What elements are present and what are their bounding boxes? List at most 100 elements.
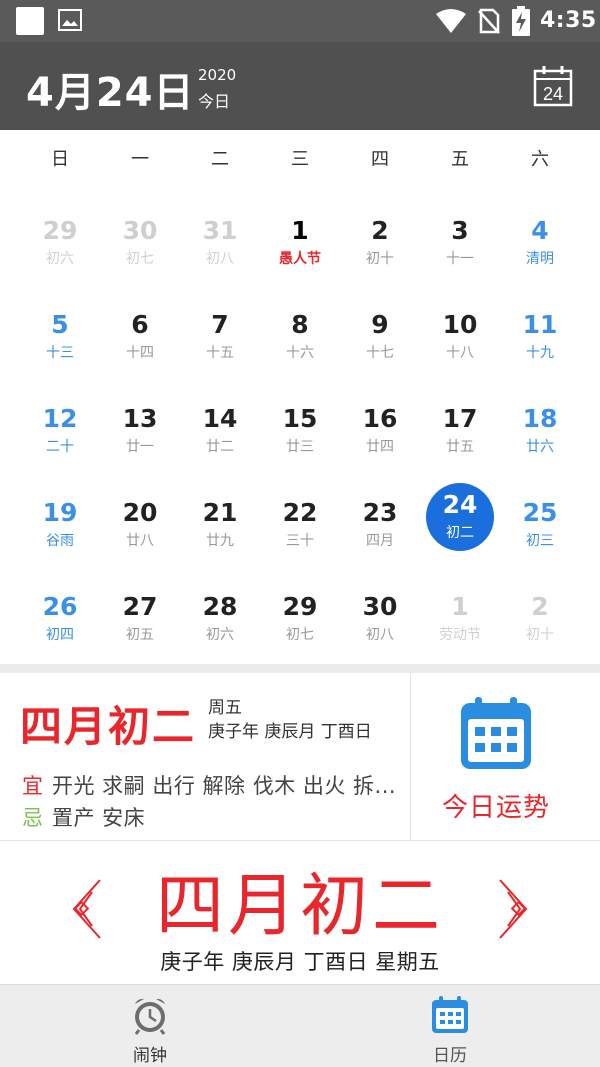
go-to-today-button[interactable]: 24 xyxy=(532,64,574,108)
calendar-day[interactable]: 11 十九 xyxy=(500,289,580,383)
nav-calendar-tab[interactable]: 日历 xyxy=(300,985,600,1067)
calendar-day[interactable]: 5 十三 xyxy=(20,289,100,383)
calendar-day[interactable]: 20 廿八 xyxy=(100,477,180,571)
day-number: 9 xyxy=(371,310,389,339)
lunar-day-label: 初十 xyxy=(366,251,394,267)
calendar-day[interactable]: 4 清明 xyxy=(500,195,580,289)
image-notification-icon xyxy=(58,9,82,31)
calendar-day[interactable]: 15 廿三 xyxy=(260,383,340,477)
calendar-day[interactable]: 3 十一 xyxy=(420,195,500,289)
daily-fortune-button[interactable]: 今日运势 xyxy=(412,673,600,841)
lunar-day-label: 十六 xyxy=(286,345,314,361)
almanac-details[interactable]: 四月初二 周五 庚子年 庚辰月 丁酉日 宜 开光 求嗣 出行 解除 伐木 出火 … xyxy=(0,673,411,841)
battery-charging-icon xyxy=(512,6,530,36)
lunar-day-label: 十八 xyxy=(446,345,474,361)
lunar-day-label: 十七 xyxy=(366,345,394,361)
calendar-day[interactable]: 13 廿一 xyxy=(100,383,180,477)
calendar-day[interactable]: 31 初八 xyxy=(180,195,260,289)
calendar-today-day: 24 xyxy=(543,84,563,104)
calendar-day[interactable]: 17 廿五 xyxy=(420,383,500,477)
calendar-day[interactable]: 26 初四 xyxy=(20,571,100,665)
day-number: 24 xyxy=(442,490,478,519)
day-number: 31 xyxy=(202,216,238,245)
nav-alarm-tab[interactable]: 闹钟 xyxy=(0,985,300,1067)
section-divider xyxy=(0,664,600,673)
calendar-day[interactable]: 12 二十 xyxy=(20,383,100,477)
day-number: 2 xyxy=(531,592,549,621)
calendar-day[interactable]: 25 初三 xyxy=(500,477,580,571)
today-label: 今日 xyxy=(198,92,231,111)
calendar-day[interactable]: 10 十八 xyxy=(420,289,500,383)
banner-ganzhi-subtitle: 庚子年 庚辰月 丁酉日 星期五 xyxy=(160,950,440,974)
calendar-day[interactable]: 30 初八 xyxy=(340,571,420,665)
weekday-label: 一 xyxy=(131,149,149,170)
lunar-day-label: 廿八 xyxy=(126,533,154,549)
lunar-day-label: 廿九 xyxy=(206,533,234,549)
alarm-clock-icon xyxy=(134,998,166,1035)
calendar-day[interactable]: 1 愚人节 xyxy=(260,195,340,289)
lunar-day-label: 初七 xyxy=(286,627,314,643)
calendar-day[interactable]: 8 十六 xyxy=(260,289,340,383)
nav-calendar-label: 日历 xyxy=(433,1046,467,1066)
calendar-day[interactable]: 23 四月 xyxy=(340,477,420,571)
lunar-day-label: 二十 xyxy=(46,439,74,455)
day-number: 15 xyxy=(282,404,318,433)
calendar-today-icon: 24 xyxy=(533,66,573,107)
lunar-day-label: 初六 xyxy=(206,627,234,643)
weekday-label: 日 xyxy=(51,149,69,170)
lunar-day-label: 十一 xyxy=(446,251,474,267)
status-time: 4:35 xyxy=(540,8,597,33)
day-number: 28 xyxy=(202,592,238,621)
lunar-banner: 四月初二 庚子年 庚辰月 丁酉日 星期五 xyxy=(0,842,600,984)
no-sim-icon xyxy=(478,8,500,34)
nav-alarm-label: 闹钟 xyxy=(133,1046,167,1066)
calendar-day[interactable]: 18 廿六 xyxy=(500,383,580,477)
fortune-label: 今日运势 xyxy=(441,793,550,823)
calendar-day[interactable]: 27 初五 xyxy=(100,571,180,665)
ji-label: 忌 xyxy=(22,806,43,830)
calendar-day[interactable]: 1 劳动节 xyxy=(420,571,500,665)
calendar-day[interactable]: 29 初七 xyxy=(260,571,340,665)
calendar-day[interactable]: 2 初十 xyxy=(500,571,580,665)
day-number: 18 xyxy=(522,404,558,433)
day-number: 26 xyxy=(42,592,78,621)
lunar-day-label: 廿四 xyxy=(366,439,394,455)
lunar-day-label: 十九 xyxy=(526,345,554,361)
weekday-label: 五 xyxy=(451,149,469,170)
calendar-day-selected[interactable]: 24 初二 xyxy=(420,477,500,571)
calendar-day[interactable]: 9 十七 xyxy=(340,289,420,383)
lunar-day-label: 三十 xyxy=(286,533,314,549)
day-number: 22 xyxy=(282,498,318,527)
calendar-grid: 29 初六 30 初七 31 初八 1 愚人节 2 初十 3 十一 4 清明 5 十三 6 十四 7 十五 8 十六 9 十七… xyxy=(20,195,580,665)
lunar-day-label: 十四 xyxy=(126,345,154,361)
lunar-day-label: 四月 xyxy=(366,533,394,549)
day-number: 25 xyxy=(522,498,558,527)
day-number: 20 xyxy=(122,498,158,527)
weekday-label: 四 xyxy=(371,149,389,170)
calendar-day[interactable]: 19 谷雨 xyxy=(20,477,100,571)
lunar-day-label: 廿三 xyxy=(286,439,314,455)
calendar-day[interactable]: 21 廿九 xyxy=(180,477,260,571)
calendar-day[interactable]: 28 初六 xyxy=(180,571,260,665)
calendar-day[interactable]: 16 廿四 xyxy=(340,383,420,477)
lunar-day-label: 劳动节 xyxy=(439,627,481,643)
calendar-day[interactable]: 30 初七 xyxy=(100,195,180,289)
day-number: 4 xyxy=(531,216,549,245)
almanac-lunar-date: 四月初二 xyxy=(20,702,197,751)
day-number: 7 xyxy=(211,310,229,339)
current-date-title: 4月24日 xyxy=(26,70,195,116)
calendar-day[interactable]: 22 三十 xyxy=(260,477,340,571)
day-number: 8 xyxy=(291,310,309,339)
lunar-day-label: 初五 xyxy=(126,627,154,643)
calendar-day[interactable]: 7 十五 xyxy=(180,289,260,383)
day-number: 13 xyxy=(122,404,158,433)
calendar-day[interactable]: 2 初十 xyxy=(340,195,420,289)
calendar-day[interactable]: 14 廿二 xyxy=(180,383,260,477)
yi-activities: 开光 求嗣 出行 解除 伐木 出火 拆... xyxy=(52,774,397,798)
calendar-day[interactable]: 6 十四 xyxy=(100,289,180,383)
lunar-day-label: 初七 xyxy=(126,251,154,267)
weekday-label: 三 xyxy=(291,149,309,170)
next-day-arrow-icon[interactable] xyxy=(494,878,534,940)
day-number: 12 xyxy=(42,404,78,433)
calendar-day[interactable]: 29 初六 xyxy=(20,195,100,289)
